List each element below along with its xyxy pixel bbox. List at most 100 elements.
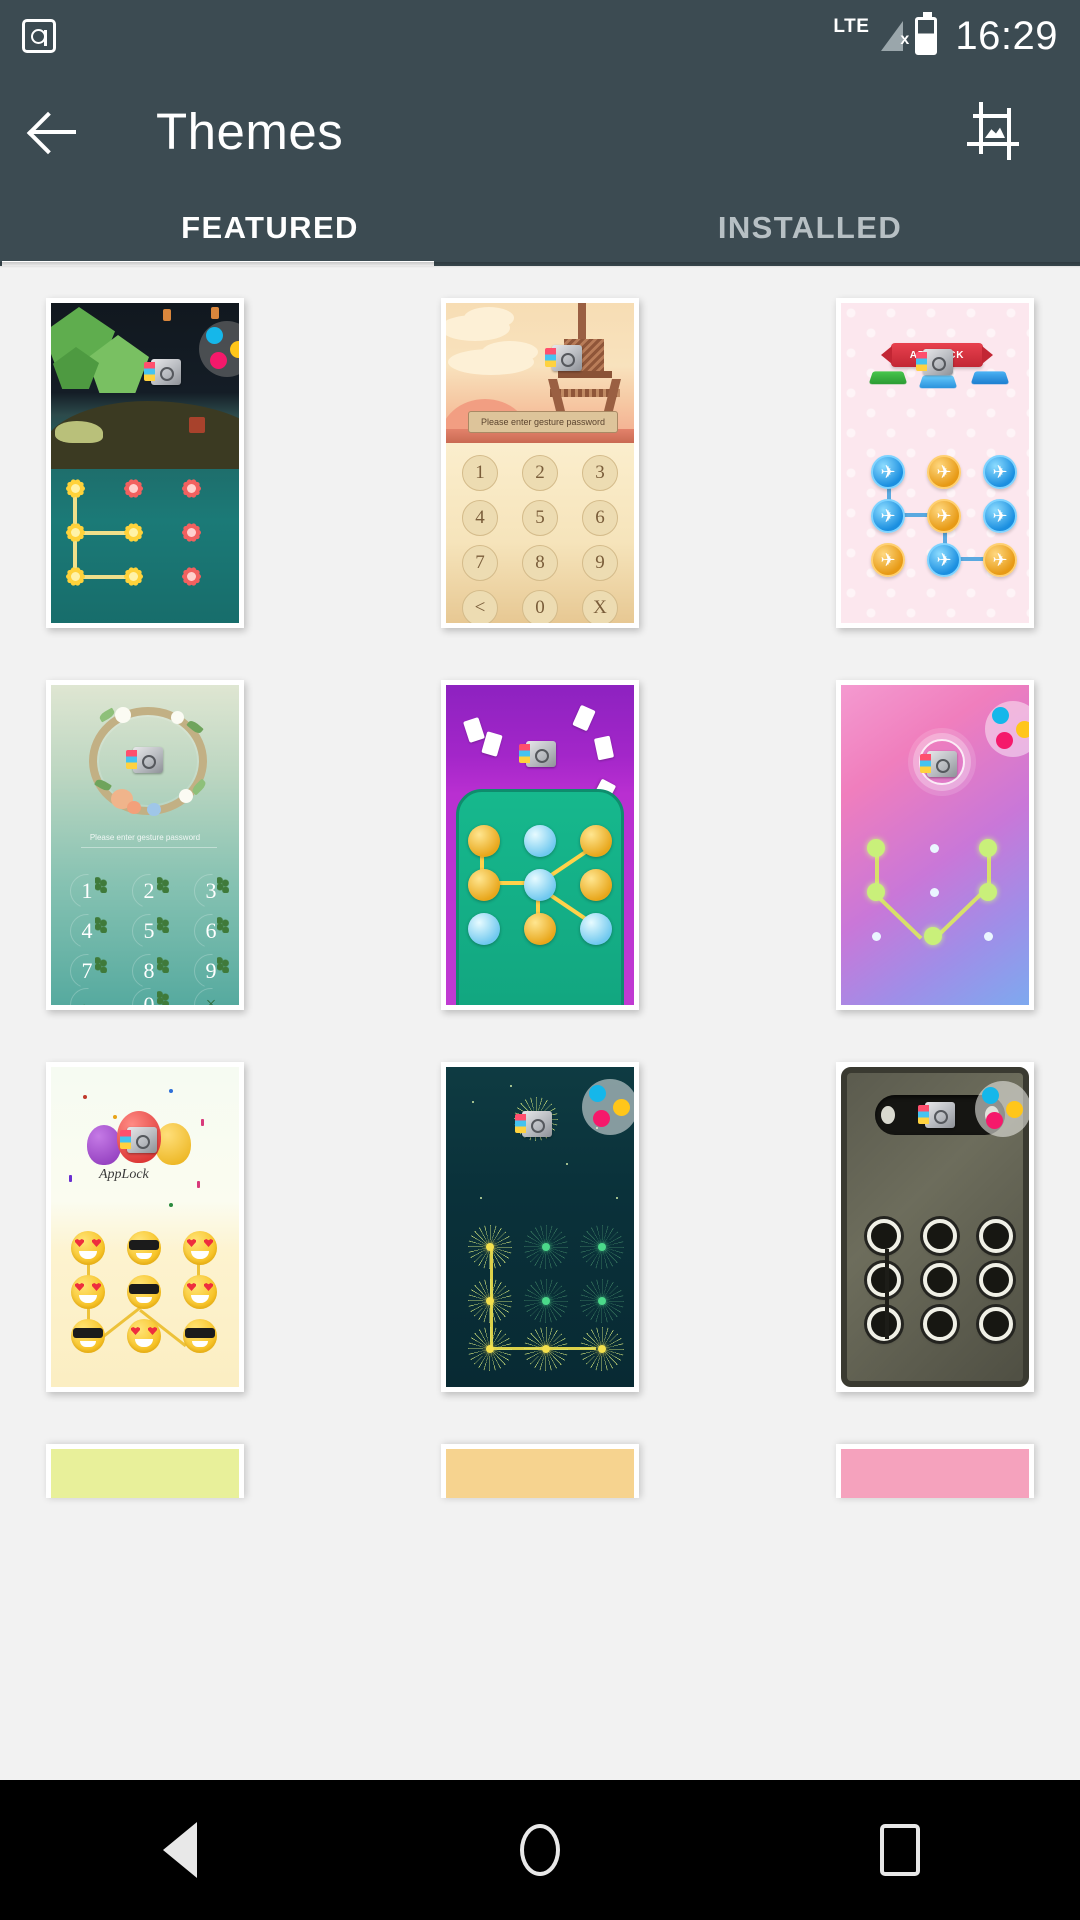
pattern-node xyxy=(468,1225,512,1269)
pattern-node xyxy=(71,1319,105,1353)
pattern-node xyxy=(183,1231,217,1265)
safe-icon xyxy=(22,19,56,53)
pattern-node xyxy=(524,1225,568,1269)
pattern-node xyxy=(524,1279,568,1323)
safe-icon xyxy=(519,741,556,767)
pattern-node-active xyxy=(924,927,942,945)
pattern-node: ✈ xyxy=(927,543,961,577)
keypad-clear-key[interactable]: × xyxy=(191,985,231,1005)
keypad-key[interactable]: 4 xyxy=(462,500,498,536)
keypad-clear-key[interactable]: X xyxy=(582,590,618,623)
theme-thumbnail xyxy=(841,1067,1029,1387)
keypad-key[interactable]: 8 xyxy=(522,545,558,581)
keypad-key[interactable]: 1 xyxy=(462,455,498,491)
tab-featured[interactable]: FEATURED xyxy=(0,190,540,266)
theme-thumbnail: APPLOCK ✈ ✈ ✈ ✈ ✈ ✈ ✈ ✈ ✈ xyxy=(841,303,1029,623)
tab-installed[interactable]: INSTALLED xyxy=(540,190,1080,266)
theme-thumbnail: Please enter gesture password 1 2 3 4 5 … xyxy=(51,685,239,1005)
tab-bar: FEATURED INSTALLED xyxy=(0,190,1080,266)
triangle-left-icon xyxy=(163,1822,197,1878)
nav-home-button[interactable] xyxy=(450,1780,630,1920)
pattern-node-active xyxy=(979,839,997,857)
safe-icon xyxy=(515,1111,552,1137)
pattern-node xyxy=(468,1279,512,1323)
pattern-node-active xyxy=(867,883,885,901)
themes-row-partial xyxy=(0,1444,1080,1498)
theme-thumbnail: Please enter gesture password 1 2 3 4 5 … xyxy=(446,303,634,623)
pattern-node xyxy=(71,1231,105,1265)
pattern-node: ✈ xyxy=(927,455,961,489)
back-button[interactable] xyxy=(0,76,110,186)
no-service-x-icon: x xyxy=(900,31,910,48)
keypad-key[interactable]: 0 xyxy=(522,590,558,623)
theme-thumbnail xyxy=(51,303,239,623)
themes-row: AppLock xyxy=(0,1062,1080,1392)
safe-icon xyxy=(144,359,181,385)
pattern-node xyxy=(930,844,939,853)
theme-card-night-fireworks[interactable] xyxy=(441,1062,639,1392)
theme-thumbnail xyxy=(841,685,1029,1005)
pattern-node xyxy=(923,1263,957,1297)
theme-thumbnail: AppLock xyxy=(51,1067,239,1387)
square-icon xyxy=(880,1824,920,1876)
pattern-node xyxy=(468,1327,512,1371)
theme-thumbnail xyxy=(446,685,634,1005)
pattern-node xyxy=(580,913,612,945)
crop-image-button[interactable] xyxy=(948,83,1044,179)
theme-card-peek[interactable] xyxy=(441,1444,639,1498)
pattern-node xyxy=(867,1307,901,1341)
pattern-node xyxy=(183,1319,217,1353)
pattern-node: ✈ xyxy=(983,543,1017,577)
pattern-node xyxy=(468,869,500,901)
pattern-node xyxy=(923,1219,957,1253)
app-bar: Themes xyxy=(0,72,1080,190)
theme-card-eiffel-tower[interactable]: Please enter gesture password 1 2 3 4 5 … xyxy=(441,298,639,628)
theme-card-forest-pond[interactable] xyxy=(46,298,244,628)
theme-card-pink-gradient[interactable] xyxy=(836,680,1034,1010)
keypad-key[interactable]: 3 xyxy=(582,455,618,491)
nav-recent-button[interactable] xyxy=(810,1780,990,1920)
theme-card-peek[interactable] xyxy=(836,1444,1034,1498)
theme-card-metal-machine[interactable] xyxy=(836,1062,1034,1392)
themes-row: Please enter gesture password 1 2 3 4 5 … xyxy=(0,298,1080,628)
nav-back-button[interactable] xyxy=(90,1780,270,1920)
theme-card-applock-carnival[interactable]: APPLOCK ✈ ✈ ✈ ✈ ✈ ✈ ✈ ✈ ✈ xyxy=(836,298,1034,628)
pattern-node xyxy=(183,1275,217,1309)
theme-card-poker-table[interactable] xyxy=(441,680,639,1010)
keypad-key[interactable]: 6 xyxy=(582,500,618,536)
page-title: Themes xyxy=(156,102,344,160)
color-dots-icon xyxy=(582,1079,634,1135)
safe-icon xyxy=(126,747,163,773)
safe-icon xyxy=(120,1127,157,1153)
keypad-key[interactable]: 5 xyxy=(522,500,558,536)
status-bar-right: LTE x 16:29 xyxy=(833,12,1058,59)
pattern-node xyxy=(984,932,993,941)
pattern-node xyxy=(867,1219,901,1253)
pattern-node xyxy=(468,913,500,945)
keypad-key[interactable]: 2 xyxy=(522,455,558,491)
safe-icon xyxy=(920,751,957,777)
keypad-back-key[interactable]: < xyxy=(462,590,498,623)
pattern-node xyxy=(127,1275,161,1309)
pattern-node xyxy=(127,1319,161,1353)
lte-label: LTE xyxy=(833,15,870,37)
applock-logo: AppLock xyxy=(99,1167,149,1182)
pattern-node: ✈ xyxy=(983,455,1017,489)
pattern-node xyxy=(580,825,612,857)
pattern-node xyxy=(71,1275,105,1309)
themes-grid[interactable]: Please enter gesture password 1 2 3 4 5 … xyxy=(0,268,1080,1780)
keypad-back-key[interactable]: ← xyxy=(67,985,107,1005)
pattern-node xyxy=(524,825,556,857)
pattern-node xyxy=(580,1279,624,1323)
theme-card-peek[interactable] xyxy=(46,1444,244,1498)
circle-icon xyxy=(520,1824,560,1876)
pattern-node xyxy=(524,869,556,901)
pattern-node xyxy=(580,1327,624,1371)
pattern-node xyxy=(580,869,612,901)
theme-card-balloon-emoji[interactable]: AppLock xyxy=(46,1062,244,1392)
keypad-key[interactable]: 7 xyxy=(462,545,498,581)
theme-card-floral-wreath[interactable]: Please enter gesture password 1 2 3 4 5 … xyxy=(46,680,244,1010)
pattern-node: ✈ xyxy=(983,499,1017,533)
arrow-left-icon xyxy=(32,108,78,154)
keypad-key[interactable]: 9 xyxy=(582,545,618,581)
